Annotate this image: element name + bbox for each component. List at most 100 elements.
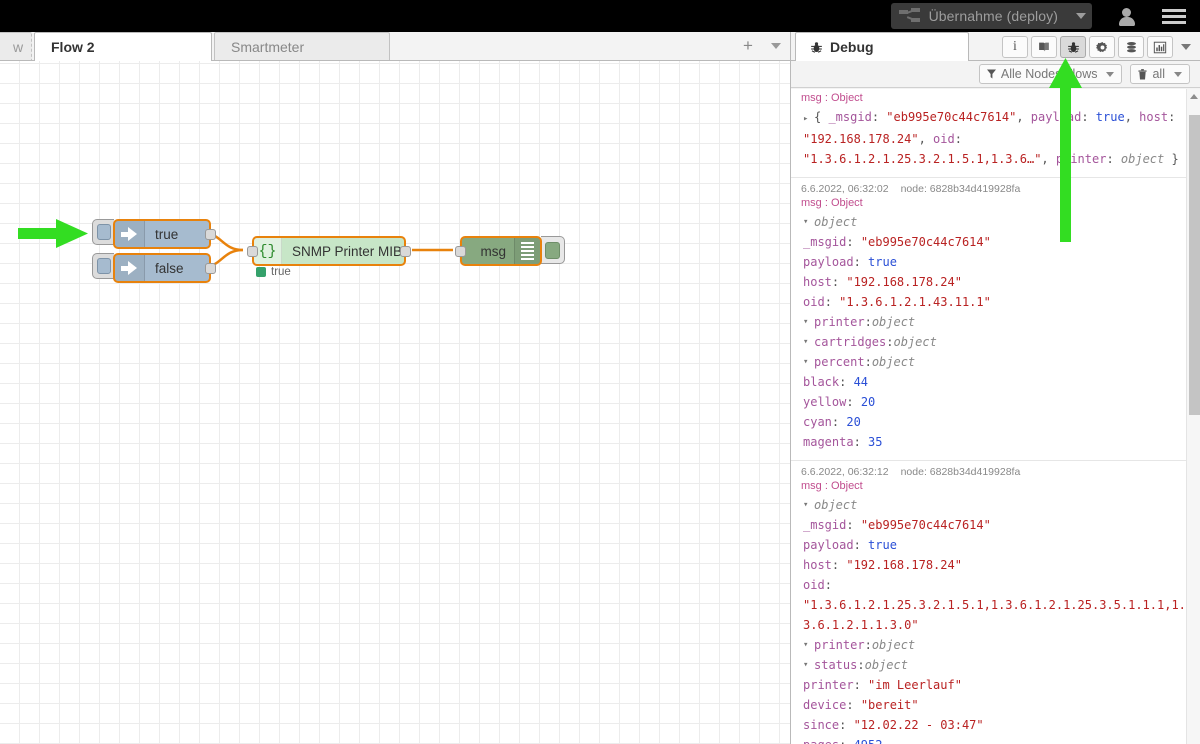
prop-key: payload [803,538,854,552]
debug-panel-scrollbar[interactable] [1186,89,1200,744]
debug-node-enable-toggle[interactable] [541,236,565,264]
debug-message-topic: msg : Object [801,480,863,492]
prop-value: "eb995e70c44c7614" [860,518,991,532]
deploy-dropdown-caret-icon[interactable] [1076,13,1086,19]
node-input-port[interactable] [247,245,258,257]
deploy-icon [898,8,921,24]
flow-tab-flow-2[interactable]: Flow 2 [34,32,212,61]
debug-filter-bar: Alle Nodes/Flows all [791,61,1200,88]
prop-value: "192.168.178.24" [846,558,962,572]
flow-tab-partial[interactable]: w [0,32,32,60]
debug-message-topic: msg : Object [801,197,863,209]
collapse-twisty-icon[interactable]: ▾ [803,352,814,372]
node-debug-msg[interactable]: msg [455,236,565,266]
debug-filter-nodes-button[interactable]: Alle Nodes/Flows [978,64,1123,84]
flow-canvas[interactable]: true false {} SNMP Printer MIB true msg [0,61,790,744]
debug-message[interactable]: msg : Object ▸{ _msgid: "eb995e70c44c761… [791,89,1200,178]
node-inject-false-label: false [155,260,184,276]
scrollbar-thumb[interactable] [1189,115,1200,415]
debug-message-timestamp: 6.6.2022, 06:32:12 [801,466,889,478]
debug-message-nodeid: node: 6828b34d419928fa [900,466,1021,478]
flow-list-menu-button[interactable] [762,32,790,60]
debug-message[interactable]: 6.6.2022, 06:32:12 node: 6828b34d419928f… [791,461,1200,744]
debug-lines-icon [514,238,540,264]
inject-button-icon [96,224,111,240]
debug-message-timestamp: 6.6.2022, 06:32:02 [801,183,889,195]
collapse-twisty-icon[interactable]: ▾ [803,635,814,655]
sidebar-tab-header: Debug i [791,32,1200,61]
expand-twisty-icon[interactable]: ▸ [803,109,814,129]
help-book-icon[interactable] [1031,36,1057,58]
node-input-port[interactable] [455,245,466,257]
prop-value: 4952 [854,738,883,744]
prop-key: device [803,698,847,712]
inject-arrow-icon [115,221,145,247]
plus-icon: + [743,36,753,55]
flow-tab-bar: w Flow 2 Smartmeter + [0,32,790,61]
config-gear-icon[interactable] [1089,36,1115,58]
collapse-twisty-icon[interactable]: ▾ [803,212,814,232]
prop-value: object [871,638,916,652]
node-output-port[interactable] [205,228,216,240]
debug-message-body[interactable]: ▸{ _msgid: "eb995e70c44c7614", payload: … [791,106,1200,173]
node-output-port[interactable] [205,262,216,274]
prop-value: object [893,335,937,349]
inject-true-trigger-button[interactable] [92,219,114,245]
flow-tab-flow-2-label: Flow 2 [51,39,95,55]
property-row: black: 44 [803,375,869,389]
sidebar-more-tabs-button[interactable] [1176,36,1196,58]
scroll-up-icon[interactable] [1190,94,1198,99]
debug-message[interactable]: 6.6.2022, 06:32:02 node: 6828b34d419928f… [791,178,1200,461]
prop-value: "1.3.6.1.2.1.43.11.1" [839,295,991,309]
collapse-twisty-icon[interactable]: ▾ [803,312,814,332]
prop-value: "192.168.178.24" [846,275,962,289]
chevron-down-icon [771,43,781,49]
node-inject-true[interactable]: true [92,219,216,249]
prop-value: 20 [846,415,861,429]
prop-key: printer [814,638,865,652]
collapse-twisty-icon[interactable]: ▾ [803,332,814,352]
debug-clear-button[interactable]: all [1130,64,1190,84]
node-output-port[interactable] [400,245,411,257]
prop-value: 44 [853,375,869,389]
debug-filter-nodes-label: Alle Nodes/Flows [1000,67,1098,81]
prop-key: since [803,718,840,732]
deploy-button[interactable]: Übernahme (deploy) [890,3,1092,29]
prop-key: black [803,375,840,389]
prop-value: 35 [868,435,883,449]
node-inject-false[interactable]: false [92,253,216,283]
debug-message-list[interactable]: msg : Object ▸{ _msgid: "eb995e70c44c761… [791,89,1200,744]
inject-false-trigger-button[interactable] [92,253,114,279]
flow-tab-smartmeter[interactable]: Smartmeter [214,32,390,60]
debug-message-body[interactable]: ▾ object _msgid: "eb995e70c44c7614" paylo… [791,494,1200,744]
debug-message-nodeid: node: 6828b34d419928fa [900,183,1021,195]
prop-key: host [803,275,832,289]
value-printer: object [1120,152,1165,166]
info-icon[interactable]: i [1002,36,1028,58]
property-row: host: "192.168.178.24" [803,275,962,289]
user-account-icon[interactable] [1114,3,1140,29]
node-snmp-printer-mib-body[interactable]: {} SNMP Printer MIB [247,236,411,266]
debug-message-body[interactable]: ▾ object _msgid: "eb995e70c44c7614" paylo… [791,211,1200,456]
prop-key: payload [803,255,854,269]
prop-value: true [868,538,897,552]
collapse-twisty-icon[interactable]: ▾ [803,655,814,675]
sidebar-tab-debug[interactable]: Debug [795,32,969,61]
node-snmp-printer-mib[interactable]: {} SNMP Printer MIB [247,236,411,266]
prop-key: pages [803,738,839,744]
context-data-icon[interactable] [1118,36,1144,58]
prop-key: oid [803,578,825,592]
chevron-down-icon [1106,71,1115,77]
hamburger-menu-icon[interactable] [1162,6,1186,27]
node-inject-false-body[interactable]: false [113,253,216,283]
add-flow-button[interactable]: + [734,32,762,60]
debug-bug-icon[interactable] [1060,36,1086,58]
flow-tab-partial-label: w [13,38,24,55]
prop-value: "12.02.22 - 03:47" [853,718,984,732]
value-msgid: "eb995e70c44c7614" [886,110,1017,124]
node-debug-msg-body[interactable]: msg [455,236,542,266]
collapse-twisty-icon[interactable]: ▾ [803,495,814,515]
dashboard-chart-icon[interactable] [1147,36,1173,58]
node-inject-true-body[interactable]: true [113,219,216,249]
bug-icon [811,41,822,53]
